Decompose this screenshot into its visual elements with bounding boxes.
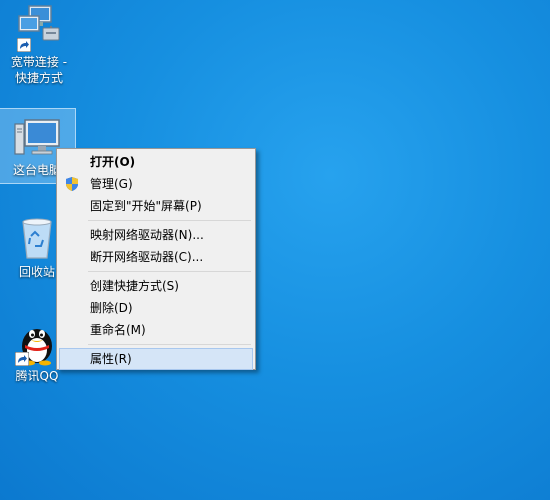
menu-item-map-network-drive[interactable]: 映射网络驱动器(N)... <box>59 224 253 246</box>
desktop-icon-label: 快捷方式 <box>14 71 63 85</box>
menu-item-properties[interactable]: 属性(R) <box>59 348 253 370</box>
menu-item-label: 属性(R) <box>90 352 132 366</box>
menu-item-pin-to-start[interactable]: 固定到"开始"屏幕(P) <box>59 195 253 217</box>
menu-item-label: 固定到"开始"屏幕(P) <box>90 199 202 213</box>
context-menu: 打开(O) 管理(G) 固定到"开始"屏幕(P) 映射网络驱动器(N)... 断… <box>56 148 256 370</box>
menu-separator <box>88 271 251 272</box>
menu-item-rename[interactable]: 重命名(M) <box>59 319 253 341</box>
desktop-icon-broadband[interactable]: 宽带连接 - 快捷方式 <box>2 4 76 86</box>
menu-item-label: 管理(G) <box>90 177 133 191</box>
menu-item-label: 创建快捷方式(S) <box>90 279 179 293</box>
desktop-icon-label: 宽带连接 - <box>10 55 68 69</box>
shortcut-arrow-icon <box>15 352 29 366</box>
menu-item-label: 打开(O) <box>90 155 136 169</box>
network-computers-icon <box>15 4 63 52</box>
menu-item-manage[interactable]: 管理(G) <box>59 173 253 195</box>
menu-separator <box>88 220 251 221</box>
menu-item-label: 断开网络驱动器(C)... <box>90 250 204 264</box>
menu-item-label: 映射网络驱动器(N)... <box>90 228 204 242</box>
menu-item-label: 重命名(M) <box>90 323 146 337</box>
qq-penguin-icon <box>13 318 61 366</box>
menu-item-create-shortcut[interactable]: 创建快捷方式(S) <box>59 275 253 297</box>
desktop-icon-label: 腾讯QQ <box>15 369 59 383</box>
menu-item-delete[interactable]: 删除(D) <box>59 297 253 319</box>
menu-separator <box>88 344 251 345</box>
computer-icon <box>13 112 61 160</box>
menu-item-label: 删除(D) <box>90 301 133 315</box>
menu-item-open[interactable]: 打开(O) <box>59 151 253 173</box>
recycle-bin-icon <box>13 214 61 262</box>
shortcut-arrow-icon <box>17 38 31 52</box>
menu-item-disconnect-network-drive[interactable]: 断开网络驱动器(C)... <box>59 246 253 268</box>
uac-shield-icon <box>66 177 78 191</box>
